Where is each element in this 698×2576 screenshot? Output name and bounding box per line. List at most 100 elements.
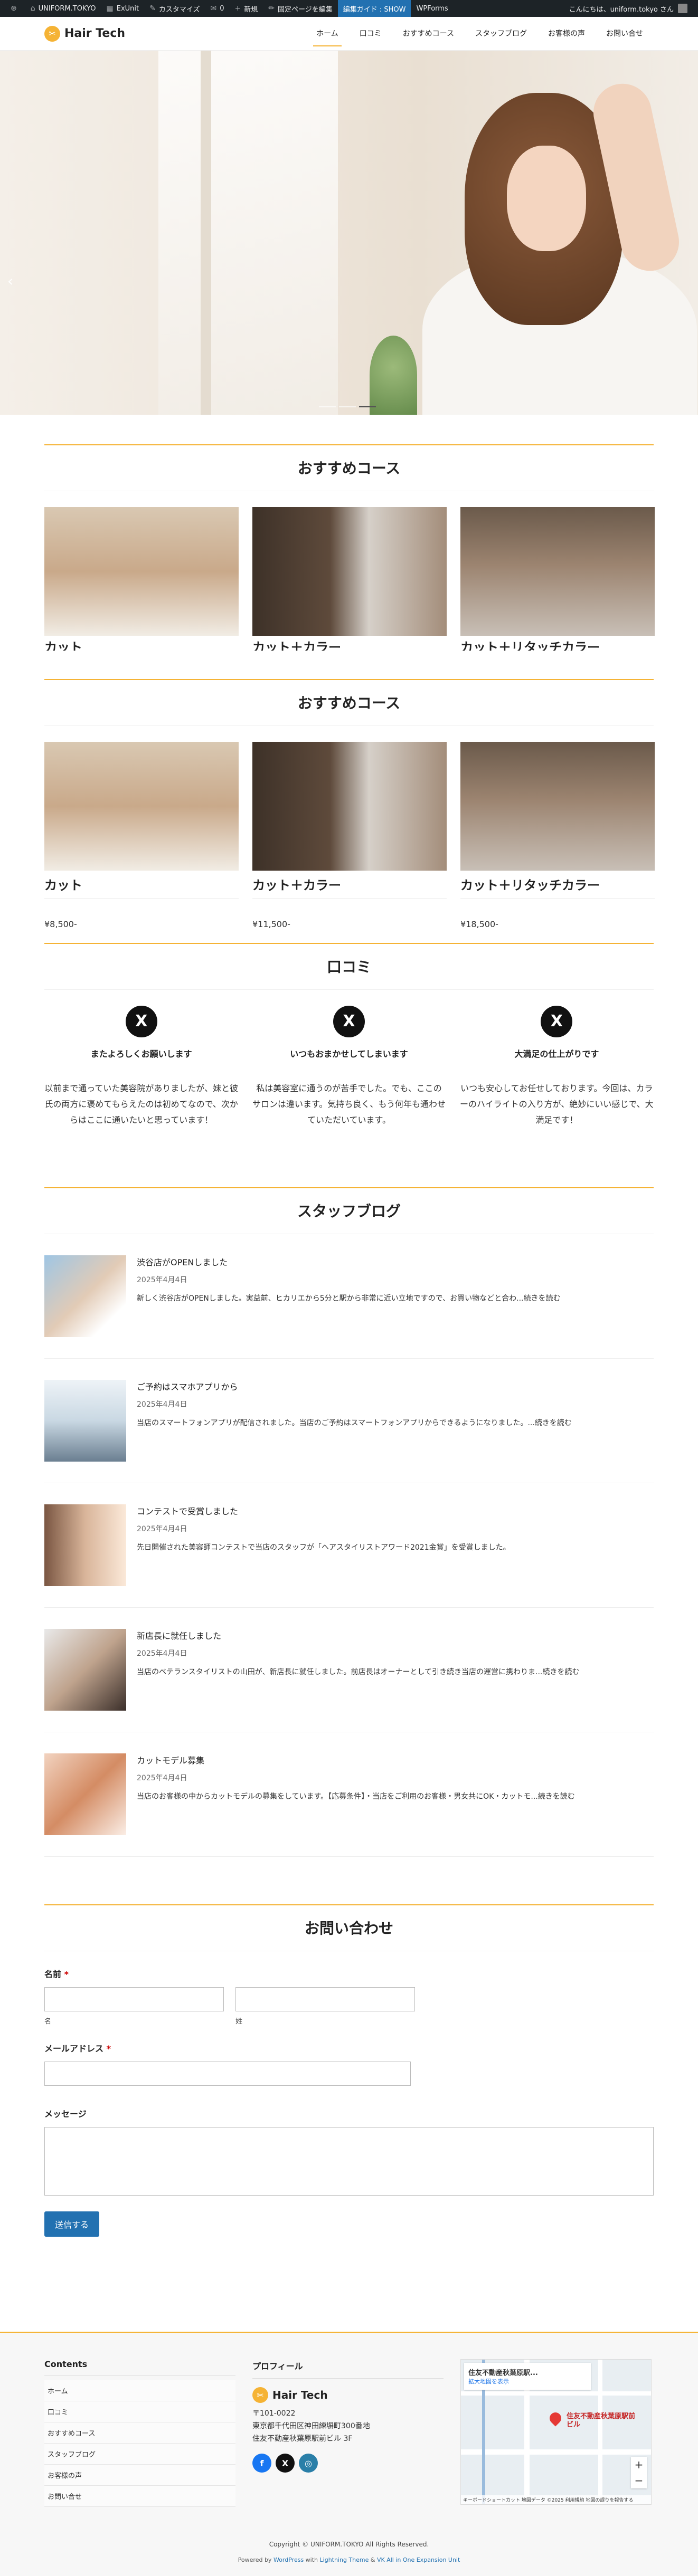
wordpress-link[interactable]: WordPress	[273, 2556, 304, 2563]
map-pin-label: 住友不動産秋葉原駅前ビル	[567, 2412, 636, 2429]
blog-thumbnail[interactable]	[44, 1504, 126, 1586]
vk-unit-link[interactable]: VK All in One Expansion Unit	[377, 2556, 460, 2563]
new-content-menu[interactable]: + 新規	[229, 0, 263, 17]
edit-guide-toggle[interactable]: 編集ガイド : SHOW	[337, 0, 411, 17]
customize-menu[interactable]: ✎ カスタマイズ	[144, 0, 205, 17]
review-title: またよろしくお願いします	[90, 1049, 192, 1059]
blog-post-date: 2025年4月4日	[137, 1400, 187, 1409]
message-textarea[interactable]	[44, 2127, 654, 2196]
blog-post-title[interactable]: 渋谷店がOPENしました	[137, 1255, 560, 1268]
site-name-menu[interactable]: ⌂ UNIFORM.TOKYO	[25, 0, 101, 17]
name-label: 名前 *	[44, 1969, 69, 1979]
first-name-sublabel: 名	[44, 2018, 52, 2026]
staff-blog-section: スタッフブログ 渋谷店がOPENしました 2025年4月4日 新しく渋谷店がOP…	[0, 1128, 698, 1857]
footer-logo: ✂ Hair Tech	[252, 2387, 444, 2403]
first-name-input[interactable]	[44, 1987, 224, 2011]
google-map[interactable]: 住友不動産秋葉原駅... 拡大地図を表示 住友不動産秋葉原駅前ビル + − キー…	[460, 2359, 652, 2505]
course-price: ¥11,500-	[252, 899, 447, 929]
comments-menu[interactable]: ✉ 0	[205, 0, 229, 17]
my-account-menu[interactable]: こんにちは、uniform.tokyo さん	[564, 0, 693, 17]
submit-button[interactable]: 送信する	[44, 2211, 100, 2237]
footer-link[interactable]: スタッフブログ	[44, 2444, 235, 2465]
email-label: メールアドレス *	[44, 2044, 111, 2054]
map-place-card: 住友不動産秋葉原駅... 拡大地図を表示	[464, 2363, 591, 2390]
nav-staff-blog[interactable]: スタッフブログ	[465, 17, 537, 51]
footer-profile: プロフィール ✂ Hair Tech 〒101-0022 東京都千代田区神田練塀…	[252, 2359, 444, 2507]
review-item: X 大満足の仕上がりです いつも安心してお任せしております。今回は、カラーのハイ…	[460, 1006, 654, 1128]
course-card[interactable]: カット＋カラー ¥11,500-	[252, 742, 447, 929]
blog-thumbnail[interactable]	[44, 1629, 126, 1711]
blog-post-excerpt: 当店のベテランスタイリストの山田が、新店長に就任しました。前店長はオーナーとして…	[137, 1668, 580, 1676]
zoom-out-button[interactable]: −	[631, 2473, 647, 2488]
course-card[interactable]: カット	[44, 507, 239, 651]
last-name-input[interactable]	[235, 1987, 415, 2011]
review-title: 大満足の仕上がりです	[514, 1049, 599, 1059]
footer-link[interactable]: おすすめコース	[44, 2422, 235, 2444]
reviews-section: 口コミ X またよろしくお願いします 以前まで通っていた美容院がありましたが、妹…	[0, 929, 698, 1128]
slider-dot[interactable]	[339, 406, 356, 407]
lightning-theme-link[interactable]: Lightning Theme	[320, 2556, 369, 2563]
blog-post-excerpt: 新しく渋谷店がOPENしました。実益前、ヒカリエから5分と駅から非常に近い立地で…	[137, 1294, 561, 1303]
course-card[interactable]: カット＋リタッチカラー	[460, 507, 655, 651]
map-enlarge-link[interactable]: 拡大地図を表示	[468, 2377, 587, 2386]
footer-link[interactable]: ホーム	[44, 2380, 235, 2401]
scissors-icon: ✂	[44, 25, 60, 42]
footer-link[interactable]: お客様の声	[44, 2465, 235, 2486]
map-zoom-controls: + −	[631, 2457, 647, 2488]
nav-contact[interactable]: お問い合せ	[596, 17, 654, 51]
course-price: ¥18,500-	[460, 899, 655, 929]
blog-post-title[interactable]: カットモデル募集	[137, 1753, 575, 1766]
wp-logo-menu[interactable]: ⊛	[5, 0, 25, 17]
site-logo[interactable]: ✂ Hair Tech	[44, 25, 125, 42]
course-image-retouch	[460, 742, 655, 871]
instagram-icon[interactable]: ◎	[299, 2454, 318, 2473]
blog-post-title[interactable]: ご予約はスマホアプリから	[137, 1380, 572, 1392]
hero-slider: ‹	[0, 51, 698, 415]
edit-page-menu[interactable]: ✏ 固定ページを編集	[263, 0, 337, 17]
slider-dot-active[interactable]	[359, 406, 376, 407]
course-image-color	[252, 742, 447, 871]
course-image-color	[252, 507, 447, 636]
section-title: おすすめコース	[44, 444, 654, 491]
slider-prev-arrow-icon[interactable]: ‹	[7, 272, 13, 290]
footer-contents-title: Contents	[44, 2359, 235, 2376]
blog-post[interactable]: ご予約はスマホアプリから 2025年4月4日 当店のスマートフォンアプリが配信さ…	[44, 1359, 654, 1483]
wordpress-icon: ⊛	[11, 4, 17, 13]
footer-link[interactable]: 口コミ	[44, 2401, 235, 2422]
wpforms-menu[interactable]: WPForms	[411, 0, 453, 17]
blog-post-date: 2025年4月4日	[137, 1525, 187, 1533]
exunit-menu[interactable]: ▦ ExUnit	[101, 0, 145, 17]
zoom-in-button[interactable]: +	[631, 2457, 647, 2473]
nav-reviews[interactable]: 口コミ	[349, 17, 392, 51]
blog-post[interactable]: コンテストで受賞しました 2025年4月4日 先日開催された美容師コンテストで当…	[44, 1483, 654, 1608]
footer-link[interactable]: お問い合せ	[44, 2486, 235, 2507]
blog-post-title[interactable]: コンテストで受賞しました	[137, 1504, 511, 1517]
blog-thumbnail[interactable]	[44, 1255, 126, 1337]
course-name: カット＋リタッチカラー	[460, 878, 600, 893]
nav-home[interactable]: ホーム	[306, 17, 349, 51]
section-title: おすすめコース	[44, 679, 654, 726]
pencil-icon: ✏	[268, 4, 275, 13]
course-card[interactable]: カット＋カラー	[252, 507, 447, 651]
map-attribution: キーボードショートカット 地図データ ©2025 利用規約 地図の誤りを報告する	[461, 2495, 651, 2504]
blog-thumbnail[interactable]	[44, 1753, 126, 1835]
email-input[interactable]	[44, 2062, 411, 2086]
required-mark: *	[64, 1969, 69, 1979]
nav-courses[interactable]: おすすめコース	[392, 17, 465, 51]
blog-post-excerpt: 先日開催された美容師コンテストで当店のスタッフが「ヘアスタイリストアワード202…	[137, 1543, 511, 1552]
course-card[interactable]: カット ¥8,500-	[44, 742, 239, 929]
blog-thumbnail[interactable]	[44, 1380, 126, 1462]
nav-customer-voice[interactable]: お客様の声	[537, 17, 596, 51]
plus-icon: +	[234, 4, 241, 13]
blog-post[interactable]: カットモデル募集 2025年4月4日 当店のお客様の中からカットモデルの募集をし…	[44, 1732, 654, 1857]
blog-post-title[interactable]: 新店長に就任しました	[137, 1629, 579, 1642]
slider-dot[interactable]	[319, 406, 336, 407]
blog-post[interactable]: 渋谷店がOPENしました 2025年4月4日 新しく渋谷店がOPENしました。実…	[44, 1234, 654, 1359]
courses-section: おすすめコース カット ¥8,500- カット＋カラー ¥11,500- カット…	[0, 658, 698, 929]
blog-post-date: 2025年4月4日	[137, 1649, 187, 1658]
course-card[interactable]: カット＋リタッチカラー ¥18,500-	[460, 742, 655, 929]
x-logo-icon: X	[125, 1006, 157, 1037]
x-icon[interactable]: X	[276, 2454, 295, 2473]
facebook-icon[interactable]: f	[252, 2454, 271, 2473]
blog-post[interactable]: 新店長に就任しました 2025年4月4日 当店のベテランスタイリストの山田が、新…	[44, 1608, 654, 1732]
